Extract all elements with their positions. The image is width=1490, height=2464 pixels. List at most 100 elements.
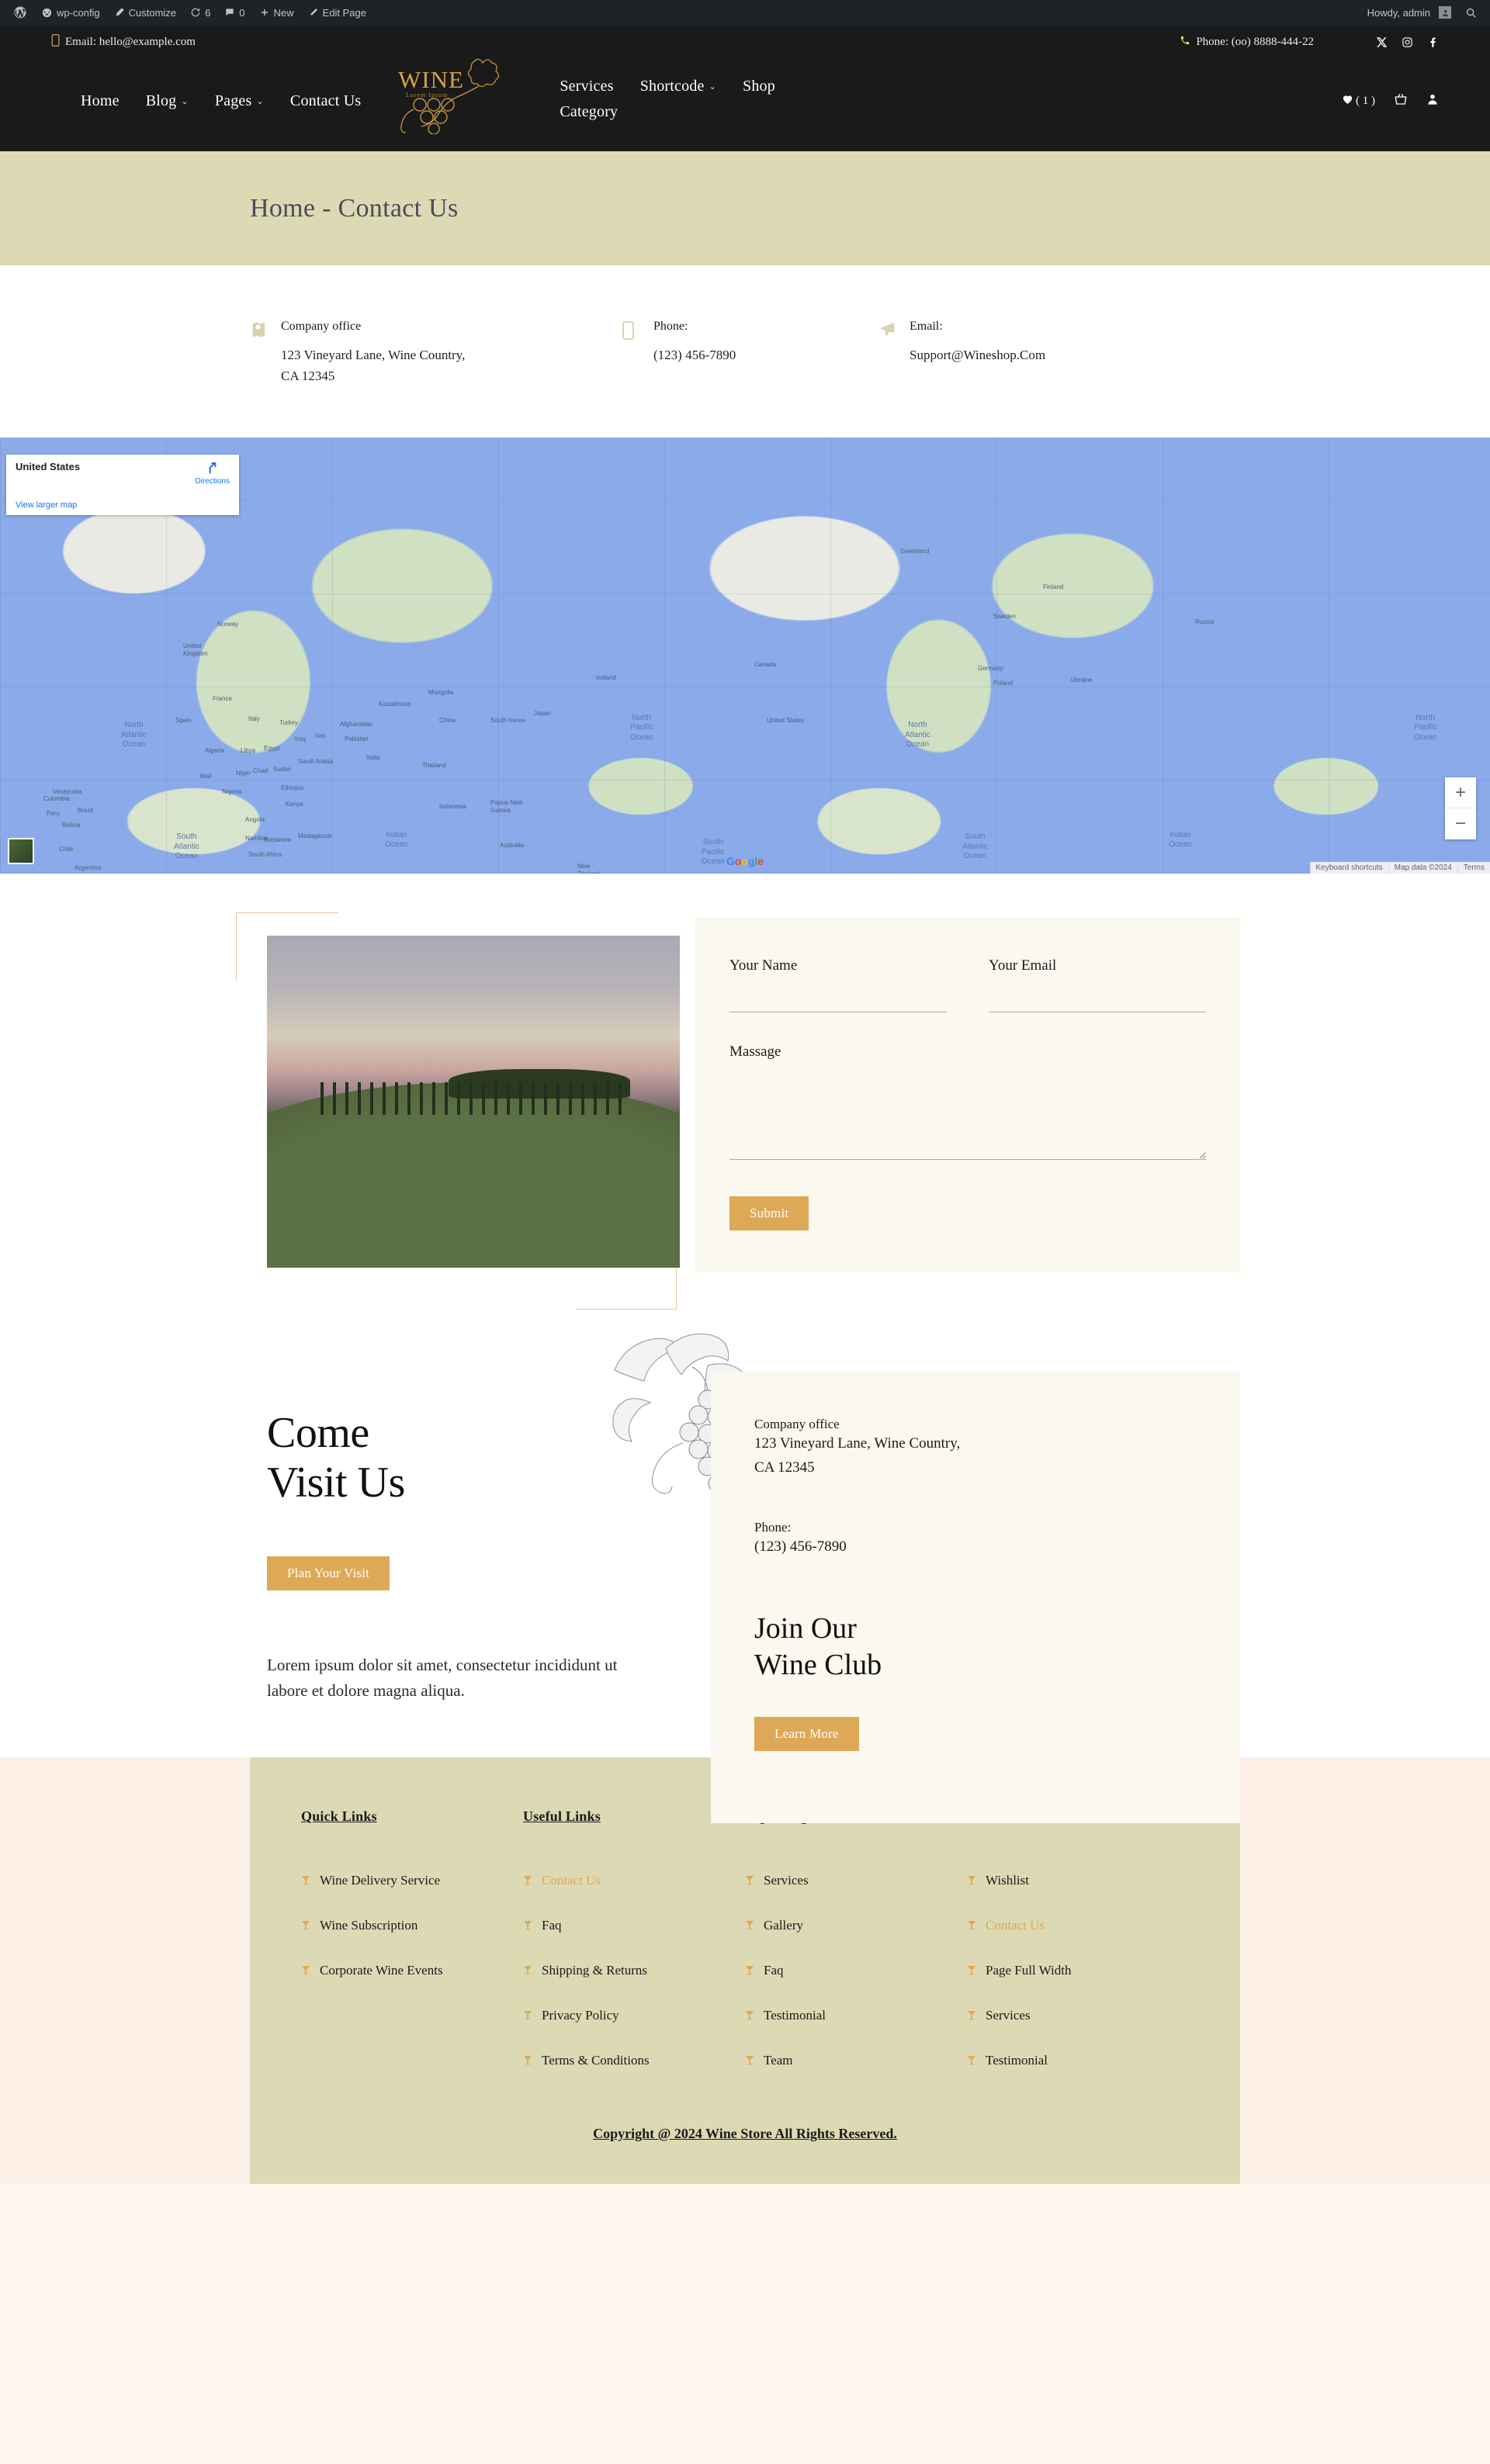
map-ocean-label: South Atlantic Ocean: [962, 832, 988, 861]
map-label: Kazakhstan: [379, 700, 411, 708]
map-view-larger-link[interactable]: View larger map: [16, 500, 77, 510]
wine-glass-icon: [523, 1965, 532, 1976]
adminbar-item-updates[interactable]: 6: [183, 0, 217, 25]
input-your-name[interactable]: [729, 987, 947, 1013]
footer-link[interactable]: Shipping & Returns: [523, 1963, 745, 1978]
map-zoom-out-button[interactable]: −: [1445, 808, 1476, 839]
map-label: Greenland: [900, 547, 930, 555]
visit-office-label: Company office: [754, 1417, 840, 1432]
site-dashboard-icon: [41, 7, 53, 19]
map-label: Angola: [245, 815, 265, 823]
map-zoom-in-button[interactable]: +: [1445, 777, 1476, 809]
nav-item-services[interactable]: Services: [560, 78, 613, 95]
learn-more-button[interactable]: Learn More: [754, 1716, 859, 1751]
footer-link[interactable]: Contact Us: [967, 1918, 1189, 1933]
google-map-embed[interactable]: Greenland Iceland Finland Sweden Norway Russi…: [0, 438, 1490, 874]
nav-item-contact-us[interactable]: Contact Us: [290, 92, 361, 110]
footer-link[interactable]: Contact Us: [523, 1873, 745, 1888]
map-label: South Korea: [490, 717, 525, 725]
cart-button[interactable]: [1394, 92, 1408, 110]
nav-item-pages[interactable]: Pages ⌄: [215, 92, 264, 110]
footer-link[interactable]: Services: [967, 2008, 1189, 2023]
map-info-card[interactable]: United States Directions View larger map: [6, 455, 239, 516]
account-button[interactable]: [1426, 93, 1439, 109]
footer-link[interactable]: Gallery: [745, 1918, 967, 1933]
adminbar-my-account[interactable]: Howdy, admin: [1360, 0, 1458, 25]
wordpress-logo-icon[interactable]: [6, 0, 34, 25]
topbar-phone[interactable]: Phone: (oo) 8888-444-22: [1180, 35, 1314, 50]
footer-link[interactable]: Services: [745, 1873, 967, 1888]
nav-item-home[interactable]: Home: [81, 92, 120, 110]
map-label: China: [439, 717, 456, 725]
footer-link[interactable]: Team: [745, 2053, 967, 2068]
map-label: Thailand: [422, 761, 446, 769]
plan-visit-row: Plan Your Visit: [267, 1556, 684, 1591]
site-logo[interactable]: WINE Lorem Ipsum: [383, 54, 515, 134]
map-label: Pakistan: [345, 735, 369, 743]
account-user-icon: [1426, 93, 1439, 109]
map-label: Madagascar: [298, 832, 333, 840]
footer-link[interactable]: Privacy Policy: [523, 2008, 745, 2023]
footer-link[interactable]: Wine Subscription: [301, 1918, 523, 1933]
footer-link[interactable]: Wishlist: [967, 1873, 1189, 1888]
footer-link[interactable]: Testimonial: [967, 2053, 1189, 2068]
adminbar-item-comments[interactable]: 0: [217, 0, 251, 25]
input-your-email[interactable]: [989, 987, 1206, 1013]
header-utility-icons: ( 1 ): [1341, 78, 1439, 110]
contact-form: Your Name Your Email Massage Submit: [695, 917, 1240, 1273]
adminbar-item-site[interactable]: wp-config: [34, 0, 107, 25]
map-directions-button[interactable]: Directions: [196, 459, 230, 486]
instagram-icon[interactable]: [1402, 36, 1413, 48]
topbar-email[interactable]: Email: hello@example.com: [51, 34, 196, 50]
footer-columns: Quick Links Wine Delivery Service Wine Sub…: [301, 1808, 1189, 2098]
nav-label-category: Category: [560, 103, 619, 120]
map-satellite-thumbnail[interactable]: [8, 838, 34, 865]
wine-glass-icon: [967, 1965, 976, 1976]
google-letter-o2: o: [741, 855, 748, 868]
map-label: Argentina: [74, 863, 102, 871]
map-terms-link[interactable]: Terms: [1457, 862, 1490, 874]
footer-link[interactable]: Terms & Conditions: [523, 2053, 745, 2068]
plan-your-visit-button[interactable]: Plan Your Visit: [267, 1556, 390, 1591]
input-message[interactable]: [729, 1073, 1206, 1161]
page-title: Home - Contact Us: [250, 193, 459, 223]
adminbar-comments-count: 0: [239, 6, 245, 19]
x-twitter-icon[interactable]: [1376, 36, 1388, 48]
adminbar-search-icon[interactable]: [1458, 0, 1484, 25]
footer-link-label: Corporate Wine Events: [320, 1963, 443, 1978]
vineyard-landscape-photo: [267, 936, 680, 1268]
footer-link[interactable]: Testimonial: [745, 2008, 967, 2023]
map-label: Afghanistan: [340, 721, 373, 728]
footer-link-label: Faq: [542, 1918, 562, 1933]
info-value-phone: (123) 456-7890: [653, 348, 736, 362]
footer-link[interactable]: Wine Delivery Service: [301, 1873, 523, 1888]
adminbar-item-customize[interactable]: Customize: [107, 0, 183, 25]
wishlist-count: ( 1 ): [1356, 94, 1375, 107]
adminbar-item-new[interactable]: New: [252, 0, 301, 25]
footer-link[interactable]: Faq: [523, 1918, 745, 1933]
footer-link[interactable]: Corporate Wine Events: [301, 1963, 523, 1978]
google-letter-e: e: [757, 855, 764, 868]
map-keyboard-shortcuts[interactable]: Keyboard shortcuts: [1309, 862, 1388, 874]
footer-link[interactable]: Faq: [745, 1963, 967, 1978]
nav-left-group: Home Blog ⌄ Pages ⌄ Contact Us: [81, 78, 361, 110]
wine-glass-icon: [523, 2055, 532, 2066]
nav-item-shop[interactable]: Shop: [743, 78, 775, 95]
submit-button[interactable]: Submit: [729, 1196, 809, 1231]
label-your-name: Your Name: [729, 957, 798, 974]
nav-item-category[interactable]: Category: [560, 103, 618, 121]
chevron-down-icon: ⌄: [709, 82, 717, 92]
wishlist-button[interactable]: ( 1 ): [1341, 92, 1375, 109]
nav-item-blog[interactable]: Blog ⌄: [146, 92, 189, 110]
wine-glass-icon: [301, 1875, 310, 1886]
map-label: Sudan: [273, 765, 292, 773]
submit-row: Submit: [729, 1196, 1206, 1231]
wine-glass-icon: [523, 1920, 532, 1931]
map-zoom-controls[interactable]: + −: [1445, 777, 1476, 840]
footer-link[interactable]: Page Full Width: [967, 1963, 1189, 1978]
map-label: Bolivia: [62, 821, 81, 829]
nav-label-shortcode: Shortcode: [639, 78, 705, 95]
nav-item-shortcode[interactable]: Shortcode ⌄: [640, 78, 716, 95]
facebook-icon[interactable]: [1427, 36, 1439, 48]
adminbar-item-edit-page[interactable]: Edit Page: [301, 0, 373, 25]
